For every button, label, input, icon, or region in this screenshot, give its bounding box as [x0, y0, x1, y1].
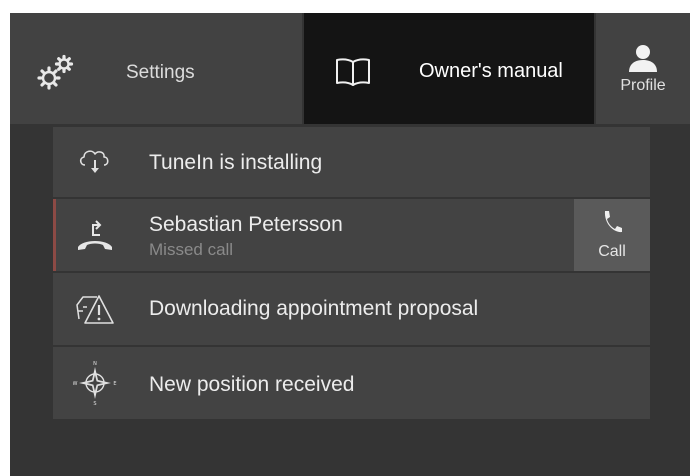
profile-tile[interactable]: Profile [596, 13, 690, 124]
svg-text:W: W [73, 381, 78, 387]
car-warning-icon [76, 295, 114, 324]
notification-missed-call[interactable]: Sebastian Petersson Missed call Call [53, 199, 650, 271]
svg-text:N: N [93, 361, 97, 367]
owners-manual-label: Owner's manual [419, 60, 563, 82]
notification-new-position[interactable]: N S W E New position received [53, 347, 650, 419]
call-status: Missed call [149, 240, 234, 259]
phone-icon [604, 211, 622, 233]
svg-text:E: E [113, 381, 116, 387]
settings-label: Settings [126, 62, 195, 83]
profile-label: Profile [620, 77, 666, 94]
notification-tunein-installing[interactable]: TuneIn is installing [53, 127, 650, 197]
gears-icon [37, 54, 74, 90]
caller-name: Sebastian Petersson [149, 213, 343, 236]
missed-call-icon [78, 220, 112, 250]
call-button[interactable]: Call [574, 199, 650, 271]
book-icon [336, 58, 370, 86]
notification-title: New position received [149, 373, 355, 396]
svg-text:S: S [93, 401, 96, 405]
owners-manual-tile[interactable]: Owner's manual [304, 13, 594, 124]
notification-title: TuneIn is installing [149, 151, 323, 174]
notification-downloading-appointment[interactable]: Downloading appointment proposal [53, 273, 650, 345]
call-label: Call [598, 243, 626, 260]
cloud-download-icon [79, 150, 109, 173]
person-icon [629, 45, 657, 72]
notification-title: Downloading appointment proposal [149, 297, 479, 320]
compass-icon: N S W E [73, 361, 117, 405]
settings-tile[interactable]: Settings [10, 13, 302, 124]
top-bar: Settings Owner's manual Profile [10, 13, 690, 124]
screen: Settings Owner's manual Profile TuneIn i… [10, 13, 690, 476]
